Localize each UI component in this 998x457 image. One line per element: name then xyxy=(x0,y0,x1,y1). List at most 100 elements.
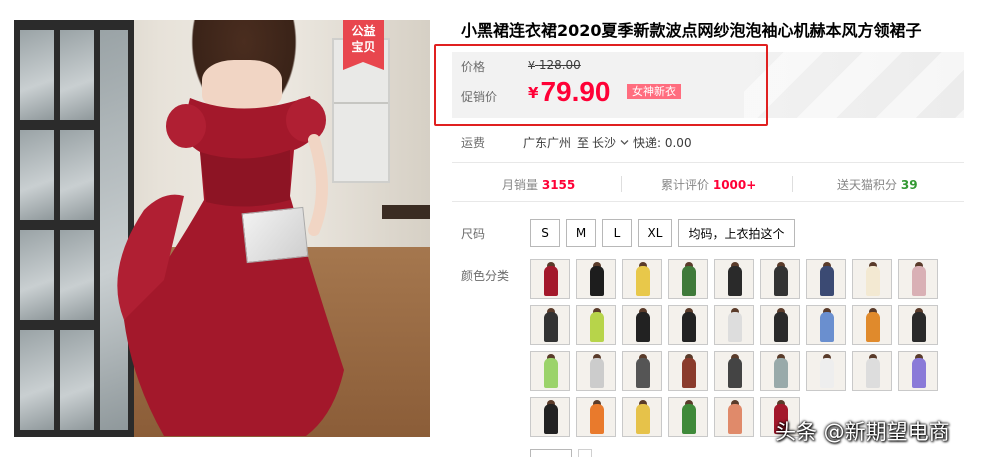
color-label: 颜色分类 xyxy=(461,269,510,283)
reviews-label: 累计评价 xyxy=(661,178,710,192)
color-swatch[interactable] xyxy=(760,351,800,391)
chevron-down-icon xyxy=(620,140,629,145)
divider-top xyxy=(452,162,964,163)
swatch-garment xyxy=(544,358,558,388)
color-swatch[interactable] xyxy=(714,397,754,437)
color-swatch[interactable] xyxy=(852,351,892,391)
size-option-xl[interactable]: XL xyxy=(638,219,672,247)
swatch-garment xyxy=(636,312,650,342)
swatch-garment xyxy=(912,358,926,388)
points-value: 39 xyxy=(900,178,918,192)
charity-badge: 公益 宝贝 xyxy=(343,20,384,70)
swatch-garment xyxy=(636,404,650,434)
swatch-garment xyxy=(544,266,558,296)
highlight-annotation-frame xyxy=(434,44,768,126)
color-swatch[interactable] xyxy=(622,397,662,437)
color-swatch[interactable] xyxy=(806,259,846,299)
color-swatch[interactable] xyxy=(622,305,662,345)
stats-separator-2 xyxy=(792,176,793,192)
swatch-garment xyxy=(682,358,696,388)
color-swatch[interactable] xyxy=(530,397,570,437)
color-swatch[interactable] xyxy=(622,259,662,299)
price-panel-stripes xyxy=(744,52,964,118)
swatch-garment xyxy=(912,266,926,296)
swatch-garment xyxy=(774,266,788,296)
swatch-garment xyxy=(774,358,788,388)
swatch-garment xyxy=(636,358,650,388)
red-dress-figure xyxy=(117,96,344,436)
shipping-origin: 广东广州 xyxy=(523,136,572,150)
swatch-garment xyxy=(590,312,604,342)
color-swatch[interactable] xyxy=(852,305,892,345)
shipping-label: 运费 xyxy=(461,136,486,150)
size-option-s[interactable]: S xyxy=(530,219,560,247)
swatch-garment xyxy=(590,358,604,388)
shipping-express-fee: 快递: 0.00 xyxy=(633,136,692,150)
swatch-garment xyxy=(866,266,880,296)
size-option-free[interactable]: 均码，上衣拍这个 xyxy=(678,219,795,247)
cumulative-reviews[interactable]: 累计评价 1000+ xyxy=(661,176,756,193)
tmall-points: 送天猫积分 39 xyxy=(837,176,918,193)
swatch-garment xyxy=(728,266,742,296)
color-swatch[interactable] xyxy=(530,259,570,299)
color-swatch[interactable] xyxy=(668,305,708,345)
monthly-sales: 月销量 3155 xyxy=(502,176,575,193)
model-clutch-bag xyxy=(241,206,309,264)
color-swatch[interactable] xyxy=(760,305,800,345)
stats-separator-1 xyxy=(621,176,622,192)
reviews-value: 1000+ xyxy=(712,178,757,192)
color-swatch[interactable] xyxy=(668,397,708,437)
size-option-m[interactable]: M xyxy=(566,219,596,247)
quantity-stepper[interactable] xyxy=(578,449,592,457)
swatch-garment xyxy=(866,312,880,342)
charity-badge-line1: 公益 xyxy=(351,24,376,38)
color-swatch[interactable] xyxy=(714,259,754,299)
product-title: 小黑裙连衣裙2020夏季新款波点网纱泡泡袖心机赫本风方领裙子 xyxy=(461,21,922,40)
color-swatch[interactable] xyxy=(714,305,754,345)
swatch-garment xyxy=(544,404,558,434)
shipping-destination: 长沙 xyxy=(592,136,617,150)
color-swatch[interactable] xyxy=(622,351,662,391)
swatch-garment xyxy=(682,312,696,342)
charity-badge-line2: 宝贝 xyxy=(351,40,376,54)
swatch-garment xyxy=(728,312,742,342)
color-swatch[interactable] xyxy=(668,259,708,299)
color-swatch[interactable] xyxy=(576,397,616,437)
color-swatch[interactable] xyxy=(806,305,846,345)
color-swatch[interactable] xyxy=(714,351,754,391)
color-swatch[interactable] xyxy=(806,351,846,391)
swatch-garment xyxy=(544,312,558,342)
color-swatch[interactable] xyxy=(530,305,570,345)
shipping-destination-select[interactable]: 长沙 xyxy=(592,134,629,151)
color-swatch[interactable] xyxy=(668,351,708,391)
swatch-garment xyxy=(590,404,604,434)
color-swatch[interactable] xyxy=(530,351,570,391)
swatch-garment xyxy=(866,358,880,388)
swatch-garment xyxy=(728,358,742,388)
swatch-garment xyxy=(590,266,604,296)
color-swatch[interactable] xyxy=(760,259,800,299)
swatch-garment xyxy=(636,266,650,296)
swatch-garment xyxy=(728,404,742,434)
divider-bottom xyxy=(452,201,964,202)
product-main-image[interactable] xyxy=(14,20,430,437)
color-swatch[interactable] xyxy=(576,351,616,391)
color-swatch[interactable] xyxy=(898,351,938,391)
monthly-sales-value: 3155 xyxy=(541,178,576,192)
swatch-garment xyxy=(820,266,834,296)
color-swatch[interactable] xyxy=(576,305,616,345)
quantity-input[interactable] xyxy=(530,449,572,457)
color-swatch[interactable] xyxy=(898,305,938,345)
size-label: 尺码 xyxy=(461,227,486,241)
color-swatch[interactable] xyxy=(576,259,616,299)
swatch-garment xyxy=(682,404,696,434)
swatch-garment xyxy=(912,312,926,342)
monthly-sales-label: 月销量 xyxy=(502,178,539,192)
shipping-to-word: 至 xyxy=(577,136,590,150)
color-swatch[interactable] xyxy=(852,259,892,299)
swatch-garment xyxy=(774,312,788,342)
size-option-l[interactable]: L xyxy=(602,219,632,247)
color-swatch[interactable] xyxy=(898,259,938,299)
swatch-garment xyxy=(682,266,696,296)
points-label: 送天猫积分 xyxy=(837,178,898,192)
